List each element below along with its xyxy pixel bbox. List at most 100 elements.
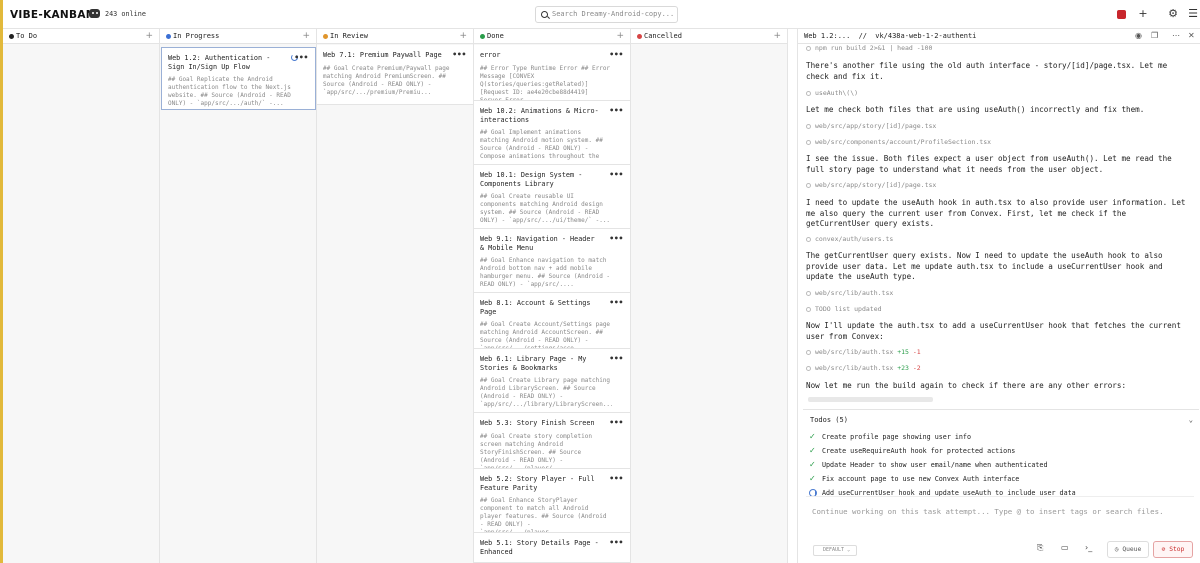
todos-header[interactable]: Todos (5) ⌄ bbox=[803, 410, 1199, 430]
more-options-icon[interactable]: ••• bbox=[609, 474, 623, 483]
queue-label: Queue bbox=[1122, 546, 1142, 553]
task-description: ## Goal Implement animations matching An… bbox=[480, 129, 603, 165]
task-title: Web 5.1: Story Details Page - Enhanced bbox=[480, 539, 599, 556]
terminal-icon[interactable]: ›_ bbox=[1085, 543, 1092, 552]
task-card[interactable]: ••• Web 10.2: Animations & Micro-interac… bbox=[474, 101, 630, 165]
tool-call[interactable]: convex/auth/users.ts bbox=[806, 235, 893, 243]
eye-icon bbox=[806, 290, 811, 296]
message-composer[interactable]: Continue working on this task attempt...… bbox=[806, 496, 1194, 563]
more-options-icon[interactable]: ••• bbox=[609, 234, 623, 243]
add-task-plus-icon[interactable]: + bbox=[773, 29, 781, 43]
more-options-icon[interactable]: ••• bbox=[294, 53, 308, 62]
more-options-icon[interactable]: ••• bbox=[609, 298, 623, 307]
column-title: In Review bbox=[330, 32, 368, 40]
add-task-plus-icon[interactable]: + bbox=[459, 29, 467, 43]
assistant-message: Now let me run the build again to check … bbox=[806, 381, 1127, 390]
tool-call[interactable]: web/src/lib/auth.tsx +15 -1 bbox=[806, 348, 921, 356]
task-card[interactable]: ••• Web 5.1: Story Details Page - Enhanc… bbox=[474, 533, 630, 563]
task-card[interactable]: ••• Web 10.1: Design System - Components… bbox=[474, 165, 630, 229]
top-navbar: VIBE-KANBAN 243 online Search Dreamy-And… bbox=[3, 0, 1200, 29]
todo-item: ✓ Update Header to show user email/name w… bbox=[803, 458, 1199, 472]
branch-name: vk/438a-web-1-2-authenti bbox=[875, 32, 977, 40]
task-title-short: Web 1.2:... bbox=[804, 32, 851, 40]
lines-removed: -2 bbox=[912, 364, 921, 372]
column-todo: To Do + bbox=[3, 29, 160, 563]
checklist-icon bbox=[806, 306, 811, 312]
chevron-down-icon[interactable]: ⌄ bbox=[1189, 410, 1193, 430]
mode-select[interactable]: DEFAULT ⌄ bbox=[813, 545, 857, 556]
conversation-log: npm run build 2>&1 | head -100 There's a… bbox=[806, 44, 1194, 416]
todo-item: ✓ Create useRequireAuth hook for protecte… bbox=[803, 444, 1199, 458]
add-task-plus-icon[interactable]: + bbox=[616, 29, 624, 43]
add-task-plus-icon[interactable]: + bbox=[302, 29, 310, 43]
attach-icon[interactable]: ⎘ bbox=[1037, 543, 1043, 553]
task-title: Web 1.2: Authentication - Sign In/Sign U… bbox=[168, 54, 271, 71]
task-description: ## Goal Create reusable UI components ma… bbox=[480, 193, 611, 224]
task-description: ## Goal Create story completion screen m… bbox=[480, 432, 592, 469]
column-title: In Progress bbox=[173, 32, 220, 40]
task-card[interactable]: ••• Web 8.1: Account & Settings Page ## … bbox=[474, 293, 630, 349]
assistant-message: I see the issue. Both files expect a use… bbox=[806, 154, 1172, 174]
more-options-icon[interactable]: ••• bbox=[609, 538, 623, 547]
todos-section: Todos (5) ⌄ ✓ Create profile page showing… bbox=[803, 409, 1199, 500]
task-card[interactable]: ••• Web 9.1: Navigation - Header & Mobil… bbox=[474, 229, 630, 293]
terminal-icon bbox=[806, 45, 811, 51]
task-card[interactable]: ••• Web 5.2: Story Player - Full Feature… bbox=[474, 469, 630, 533]
task-description: ## Error Type Runtime Error ## Error Mes… bbox=[480, 64, 611, 101]
task-card[interactable]: ••• Web 6.1: Library Page - My Stories &… bbox=[474, 349, 630, 413]
edit-icon bbox=[806, 365, 811, 371]
more-options-icon[interactable]: ⋯ bbox=[1172, 29, 1180, 43]
todo-item: ✓ Create profile page showing user info bbox=[803, 430, 1199, 444]
stop-button[interactable]: ⊘ Stop bbox=[1153, 541, 1193, 558]
tool-call[interactable]: web/src/app/story/[id]/page.tsx bbox=[806, 181, 936, 189]
tool-call[interactable]: useAuth\(\) bbox=[806, 89, 858, 97]
panel-header: Web 1.2:... // vk/438a-web-1-2-authenti … bbox=[798, 29, 1200, 44]
add-task-plus-icon[interactable]: + bbox=[145, 29, 153, 43]
search-placeholder: Search Dreamy-Android-copy... bbox=[552, 10, 675, 18]
menu-hamburger-icon[interactable]: ☰ bbox=[1187, 8, 1199, 20]
settings-gear-icon[interactable]: ⚙ bbox=[1167, 8, 1179, 20]
tool-label: web/src/lib/auth.tsx bbox=[815, 364, 894, 372]
tool-label: web/src/app/story/[id]/page.tsx bbox=[815, 122, 937, 130]
tool-label: TODO list updated bbox=[815, 305, 882, 313]
composer-placeholder[interactable]: Continue working on this task attempt...… bbox=[812, 507, 1164, 516]
more-options-icon[interactable]: ••• bbox=[609, 50, 623, 59]
task-card[interactable]: ••• Web 7.1: Premium Paywall Page ## Goa… bbox=[317, 45, 473, 105]
comment-icon[interactable]: ▭ bbox=[1061, 543, 1069, 552]
mode-label: DEFAULT bbox=[823, 547, 845, 553]
discord-icon[interactable] bbox=[89, 9, 100, 18]
todo-text: Update Header to show user email/name wh… bbox=[822, 461, 1048, 469]
task-description: ## Goal Create Library page matching And… bbox=[480, 377, 612, 408]
eye-icon[interactable]: ◉ bbox=[1135, 29, 1142, 43]
task-card[interactable]: ••• error ## Error Type Runtime Error ##… bbox=[474, 45, 630, 101]
check-icon: ✓ bbox=[809, 432, 816, 441]
task-title: Web 6.1: Library Page - My Stories & Boo… bbox=[480, 355, 587, 372]
tool-call[interactable]: npm run build 2>&1 | head -100 bbox=[806, 44, 932, 52]
task-card[interactable]: ••• Web 1.2: Authentication - Sign In/Si… bbox=[161, 47, 316, 110]
tool-label: web/src/app/story/[id]/page.tsx bbox=[815, 181, 937, 189]
tool-call[interactable]: web/src/app/story/[id]/page.tsx bbox=[806, 122, 936, 130]
more-options-icon[interactable]: ••• bbox=[452, 50, 466, 59]
tool-call[interactable]: web/src/lib/auth.tsx bbox=[806, 289, 893, 297]
search-input[interactable]: Search Dreamy-Android-copy... bbox=[535, 6, 678, 23]
tool-call[interactable]: web/src/components/account/ProfileSectio… bbox=[806, 138, 991, 146]
create-task-plus-icon[interactable]: + bbox=[1137, 8, 1149, 20]
eye-icon bbox=[806, 123, 811, 129]
open-in-ide-icon[interactable] bbox=[1117, 10, 1126, 19]
copy-icon[interactable]: ❐ bbox=[1151, 29, 1158, 43]
column-in-review: In Review + ••• Web 7.1: Premium Paywall… bbox=[317, 29, 474, 563]
close-icon[interactable]: ✕ bbox=[1188, 29, 1195, 43]
more-options-icon[interactable]: ••• bbox=[609, 106, 623, 115]
queue-button[interactable]: ◷ Queue bbox=[1107, 541, 1149, 558]
tool-call[interactable]: TODO list updated bbox=[806, 305, 882, 313]
column-header-cancelled: Cancelled + bbox=[631, 29, 787, 44]
more-options-icon[interactable]: ••• bbox=[609, 418, 623, 427]
task-card[interactable]: ••• Web 5.3: Story Finish Screen ## Goal… bbox=[474, 413, 630, 469]
app-logo[interactable]: VIBE-KANBAN bbox=[10, 9, 95, 21]
task-title: Web 10.1: Design System - Components Lib… bbox=[480, 171, 583, 188]
tool-call[interactable]: web/src/lib/auth.tsx +23 -2 bbox=[806, 364, 921, 372]
more-options-icon[interactable]: ••• bbox=[609, 170, 623, 179]
more-options-icon[interactable]: ••• bbox=[609, 354, 623, 363]
search-icon bbox=[806, 90, 811, 96]
column-title: To Do bbox=[16, 32, 38, 40]
